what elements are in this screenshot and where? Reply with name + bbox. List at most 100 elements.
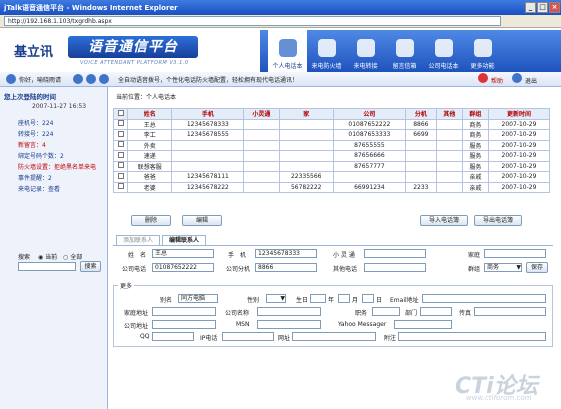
table-row[interactable]: 王总 12345678333 01087652222 8866 商务 2007-10-29 (113, 118, 551, 130)
name-field[interactable]: 王总 (152, 249, 214, 258)
qq-field[interactable] (152, 332, 194, 341)
table-row[interactable]: 李工 12345678555 01087653333 6699 商务 2007-10-29 (113, 129, 551, 141)
sidebar-info-line: 转接号：224 (18, 131, 54, 138)
search-options: 搜索 ◉ 当前 ○ 全部 (18, 254, 83, 261)
company-phone-field[interactable]: 01087652222 (152, 263, 214, 272)
toolbar: 你好，喻晓雨请 全自动语音拨号，个性化电话防火墙配置，轻松拥有现代电话通讯！ 帮… (0, 72, 561, 87)
table-cell: 2007-10-29 (487, 139, 551, 151)
table-row[interactable]: 速递 87656666 服务 2007-10-29 (113, 150, 551, 162)
title-field[interactable] (372, 307, 400, 316)
table-row[interactable]: 联想客服 87657777 服务 2007-10-29 (113, 160, 551, 172)
window-titlebar: jTalk语音通信平台 - Windows Internet Explorer … (0, 0, 561, 15)
table-cell (278, 160, 334, 172)
table-row[interactable]: 老婆 12345678222 56782222 66991234 2233 亲戚 2007-… (113, 181, 551, 193)
mobile-field[interactable]: 12345678333 (255, 249, 317, 258)
table-cell: 8866 (404, 118, 437, 130)
msn-field[interactable] (257, 320, 321, 329)
export-button[interactable]: 导出电话簿 (474, 215, 522, 226)
refresh-icon[interactable] (99, 74, 110, 84)
phs-field[interactable] (364, 249, 426, 258)
table-cell: 87656666 (332, 150, 406, 162)
logout-link[interactable]: 退出 (512, 73, 537, 85)
table-cell: 2007-10-29 (487, 171, 551, 183)
radio-all[interactable]: ○ 全部 (63, 254, 82, 261)
table-cell (435, 160, 463, 172)
other-phone-field[interactable] (364, 263, 426, 272)
save-button[interactable]: 保存 (526, 262, 548, 273)
home-phone-field[interactable] (484, 249, 546, 258)
nav-call-firewall[interactable]: 来电防火墙 (307, 30, 346, 72)
row-checkbox[interactable] (113, 139, 128, 151)
table-cell (243, 150, 280, 162)
table-cell (278, 139, 334, 151)
department-field[interactable] (420, 307, 452, 316)
birth-day-field[interactable] (362, 294, 374, 303)
alias-field[interactable]: 同方电脑 (178, 294, 218, 303)
table-cell: 李工 (126, 129, 173, 141)
gender-select[interactable]: ▼ (266, 294, 286, 303)
table-cell (435, 118, 463, 130)
row-checkbox[interactable] (113, 129, 128, 141)
minimize-icon[interactable]: _ (525, 2, 536, 13)
back-icon[interactable] (73, 74, 84, 84)
table-cell: 2233 (404, 181, 437, 193)
contacts-table: 姓名 手机 小灵通 家 公司 分机 其他 群组 更新时间 王总 123456783… (113, 108, 551, 193)
search-input[interactable] (18, 262, 76, 271)
row-checkbox[interactable] (113, 181, 128, 193)
more-toggle[interactable]: 更多 (118, 281, 135, 290)
nav-voicemail[interactable]: 留言信箱 (385, 30, 424, 72)
table-cell: 服务 (461, 160, 489, 172)
home-address-field[interactable] (152, 307, 216, 316)
table-cell: 服务 (461, 150, 489, 162)
nav-personal-phonebook[interactable]: 个人电话本 (268, 30, 307, 72)
row-checkbox[interactable] (113, 171, 128, 183)
table-cell (435, 150, 463, 162)
marquee-text: 全自动语音拨号，个性化电话防火墙配置，轻松拥有现代电话通讯！ (118, 76, 299, 84)
select-all-checkbox[interactable] (113, 108, 128, 120)
nav-more[interactable]: 更多功能 (463, 30, 502, 72)
note-field[interactable] (398, 332, 546, 341)
close-icon[interactable]: × (549, 2, 560, 13)
table-cell (171, 160, 245, 172)
company-address-field[interactable] (152, 320, 216, 329)
address-bar: http://192.168.1.103/txgrdhb.aspx (0, 15, 561, 28)
radio-current[interactable]: ◉ 当前 (38, 254, 57, 261)
nav-call-forward[interactable]: 来电转接 (346, 30, 385, 72)
company-name-field[interactable] (257, 307, 321, 316)
row-checkbox[interactable] (113, 150, 128, 162)
extension-field[interactable]: 8866 (255, 263, 317, 272)
forward-icon[interactable] (86, 74, 97, 84)
ip-phone-field[interactable] (222, 332, 274, 341)
table-cell: 商务 (461, 129, 489, 141)
watermark-url: www.ctiforum.com (466, 394, 532, 402)
phonebook-icon (278, 39, 297, 57)
sidebar-info-line: 来电记录：查看 (18, 186, 61, 193)
group-select[interactable]: 商务 ▼ (484, 263, 522, 272)
divider (113, 245, 553, 246)
fax-field[interactable] (474, 307, 546, 316)
website-field[interactable] (292, 332, 376, 341)
yahoo-field[interactable] (394, 320, 452, 329)
import-button[interactable]: 导入电话簿 (420, 215, 468, 226)
forward-icon (356, 39, 375, 57)
tab-add-contact[interactable]: 添加联系人 (116, 235, 160, 245)
nav-company-phonebook[interactable]: 公司电话本 (424, 30, 463, 72)
table-cell: 亲戚 (461, 181, 489, 193)
maximize-icon[interactable]: □ (537, 2, 548, 13)
table-row[interactable]: 外卖 87655555 服务 2007-10-29 (113, 139, 551, 151)
row-checkbox[interactable] (113, 118, 128, 130)
table-cell (243, 118, 280, 130)
url-field[interactable]: http://192.168.1.103/txgrdhb.aspx (4, 16, 501, 26)
table-cell (435, 139, 463, 151)
row-checkbox[interactable] (113, 160, 128, 172)
birth-year-field[interactable] (310, 294, 326, 303)
chevron-down-icon: ▼ (280, 295, 285, 302)
email-field[interactable] (422, 294, 546, 303)
help-link[interactable]: 帮助 (478, 73, 503, 85)
delete-button[interactable]: 删除 (131, 215, 171, 226)
search-button[interactable]: 搜索 (80, 261, 101, 272)
birth-month-field[interactable] (338, 294, 350, 303)
table-row[interactable]: 爸爸 12345678111 22335566 亲戚 2007-10-29 (113, 171, 551, 183)
tab-edit-contact[interactable]: 编辑联系人 (162, 235, 206, 245)
edit-button[interactable]: 编辑 (182, 215, 222, 226)
